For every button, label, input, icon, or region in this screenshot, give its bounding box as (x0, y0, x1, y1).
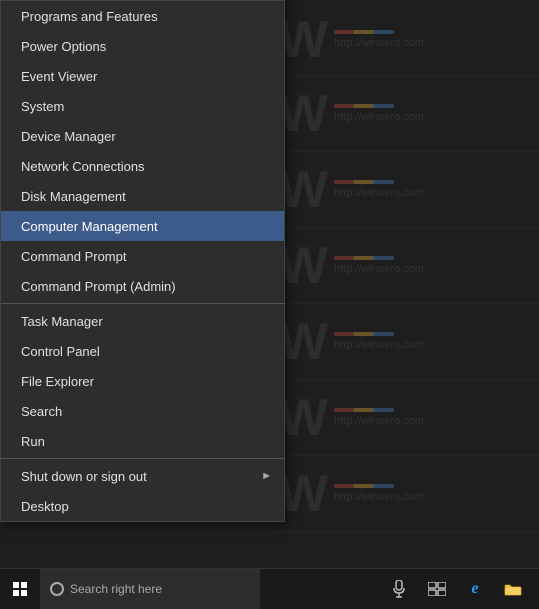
watermark-w-2: W (279, 84, 326, 144)
watermark-w-7: W (279, 464, 326, 524)
shut-down-arrow-icon: ► (261, 470, 272, 482)
menu-item-computer-management[interactable]: Computer Management (1, 211, 284, 241)
watermark-text-5: http://winaero.com (334, 339, 424, 351)
menu-item-device-manager[interactable]: Device Manager (1, 121, 284, 151)
watermark-text-2: http://winaero.com (334, 111, 424, 123)
menu-separator-1 (1, 303, 284, 304)
search-icon (50, 582, 64, 596)
microphone-button[interactable] (381, 569, 417, 609)
menu-separator-2 (1, 458, 284, 459)
menu-item-command-prompt-admin[interactable]: Command Prompt (Admin) (1, 271, 284, 301)
folder-icon (504, 581, 522, 597)
menu-item-control-panel[interactable]: Control Panel (1, 336, 284, 366)
watermark-text-7: http://winaero.com (334, 491, 424, 503)
watermark-text-1: http://winaero.com (334, 37, 424, 49)
menu-item-task-manager[interactable]: Task Manager (1, 306, 284, 336)
menu-item-file-explorer[interactable]: File Explorer (1, 366, 284, 396)
taskbar-system-icons: e (381, 569, 539, 609)
edge-icon: e (471, 580, 478, 598)
menu-item-shut-down[interactable]: Shut down or sign out ► (1, 461, 284, 491)
task-view-icon (428, 582, 446, 596)
menu-item-network-connections[interactable]: Network Connections (1, 151, 284, 181)
watermark-w-6: W (279, 388, 326, 448)
start-button[interactable] (0, 569, 40, 609)
context-menu: Programs and Features Power Options Even… (0, 0, 285, 522)
watermark-w-4: W (279, 236, 326, 296)
watermark-w-3: W (279, 160, 326, 220)
menu-item-programs-features[interactable]: Programs and Features (1, 1, 284, 31)
menu-item-system[interactable]: System (1, 91, 284, 121)
desktop: W http://winaero.com W http://winaero.co… (0, 0, 539, 608)
watermark-text-3: http://winaero.com (334, 187, 424, 199)
edge-button[interactable]: e (457, 569, 493, 609)
start-icon (13, 582, 27, 596)
watermark-text-6: http://winaero.com (334, 415, 424, 427)
menu-item-desktop[interactable]: Desktop (1, 491, 284, 521)
watermark-w-5: W (279, 312, 326, 372)
menu-item-command-prompt[interactable]: Command Prompt (1, 241, 284, 271)
menu-item-run[interactable]: Run (1, 426, 284, 456)
menu-item-search[interactable]: Search (1, 396, 284, 426)
watermark: W http://winaero.com W http://winaero.co… (269, 0, 539, 608)
watermark-w: W (279, 10, 326, 70)
search-placeholder-text: Search right here (70, 582, 162, 596)
menu-item-power-options[interactable]: Power Options (1, 31, 284, 61)
file-explorer-button[interactable] (495, 569, 531, 609)
task-view-button[interactable] (419, 569, 455, 609)
taskbar: Search right here e (0, 568, 539, 608)
taskbar-search[interactable]: Search right here (40, 569, 260, 609)
microphone-icon (393, 580, 405, 598)
watermark-text-4: http://winaero.com (334, 263, 424, 275)
menu-item-event-viewer[interactable]: Event Viewer (1, 61, 284, 91)
menu-item-disk-management[interactable]: Disk Management (1, 181, 284, 211)
